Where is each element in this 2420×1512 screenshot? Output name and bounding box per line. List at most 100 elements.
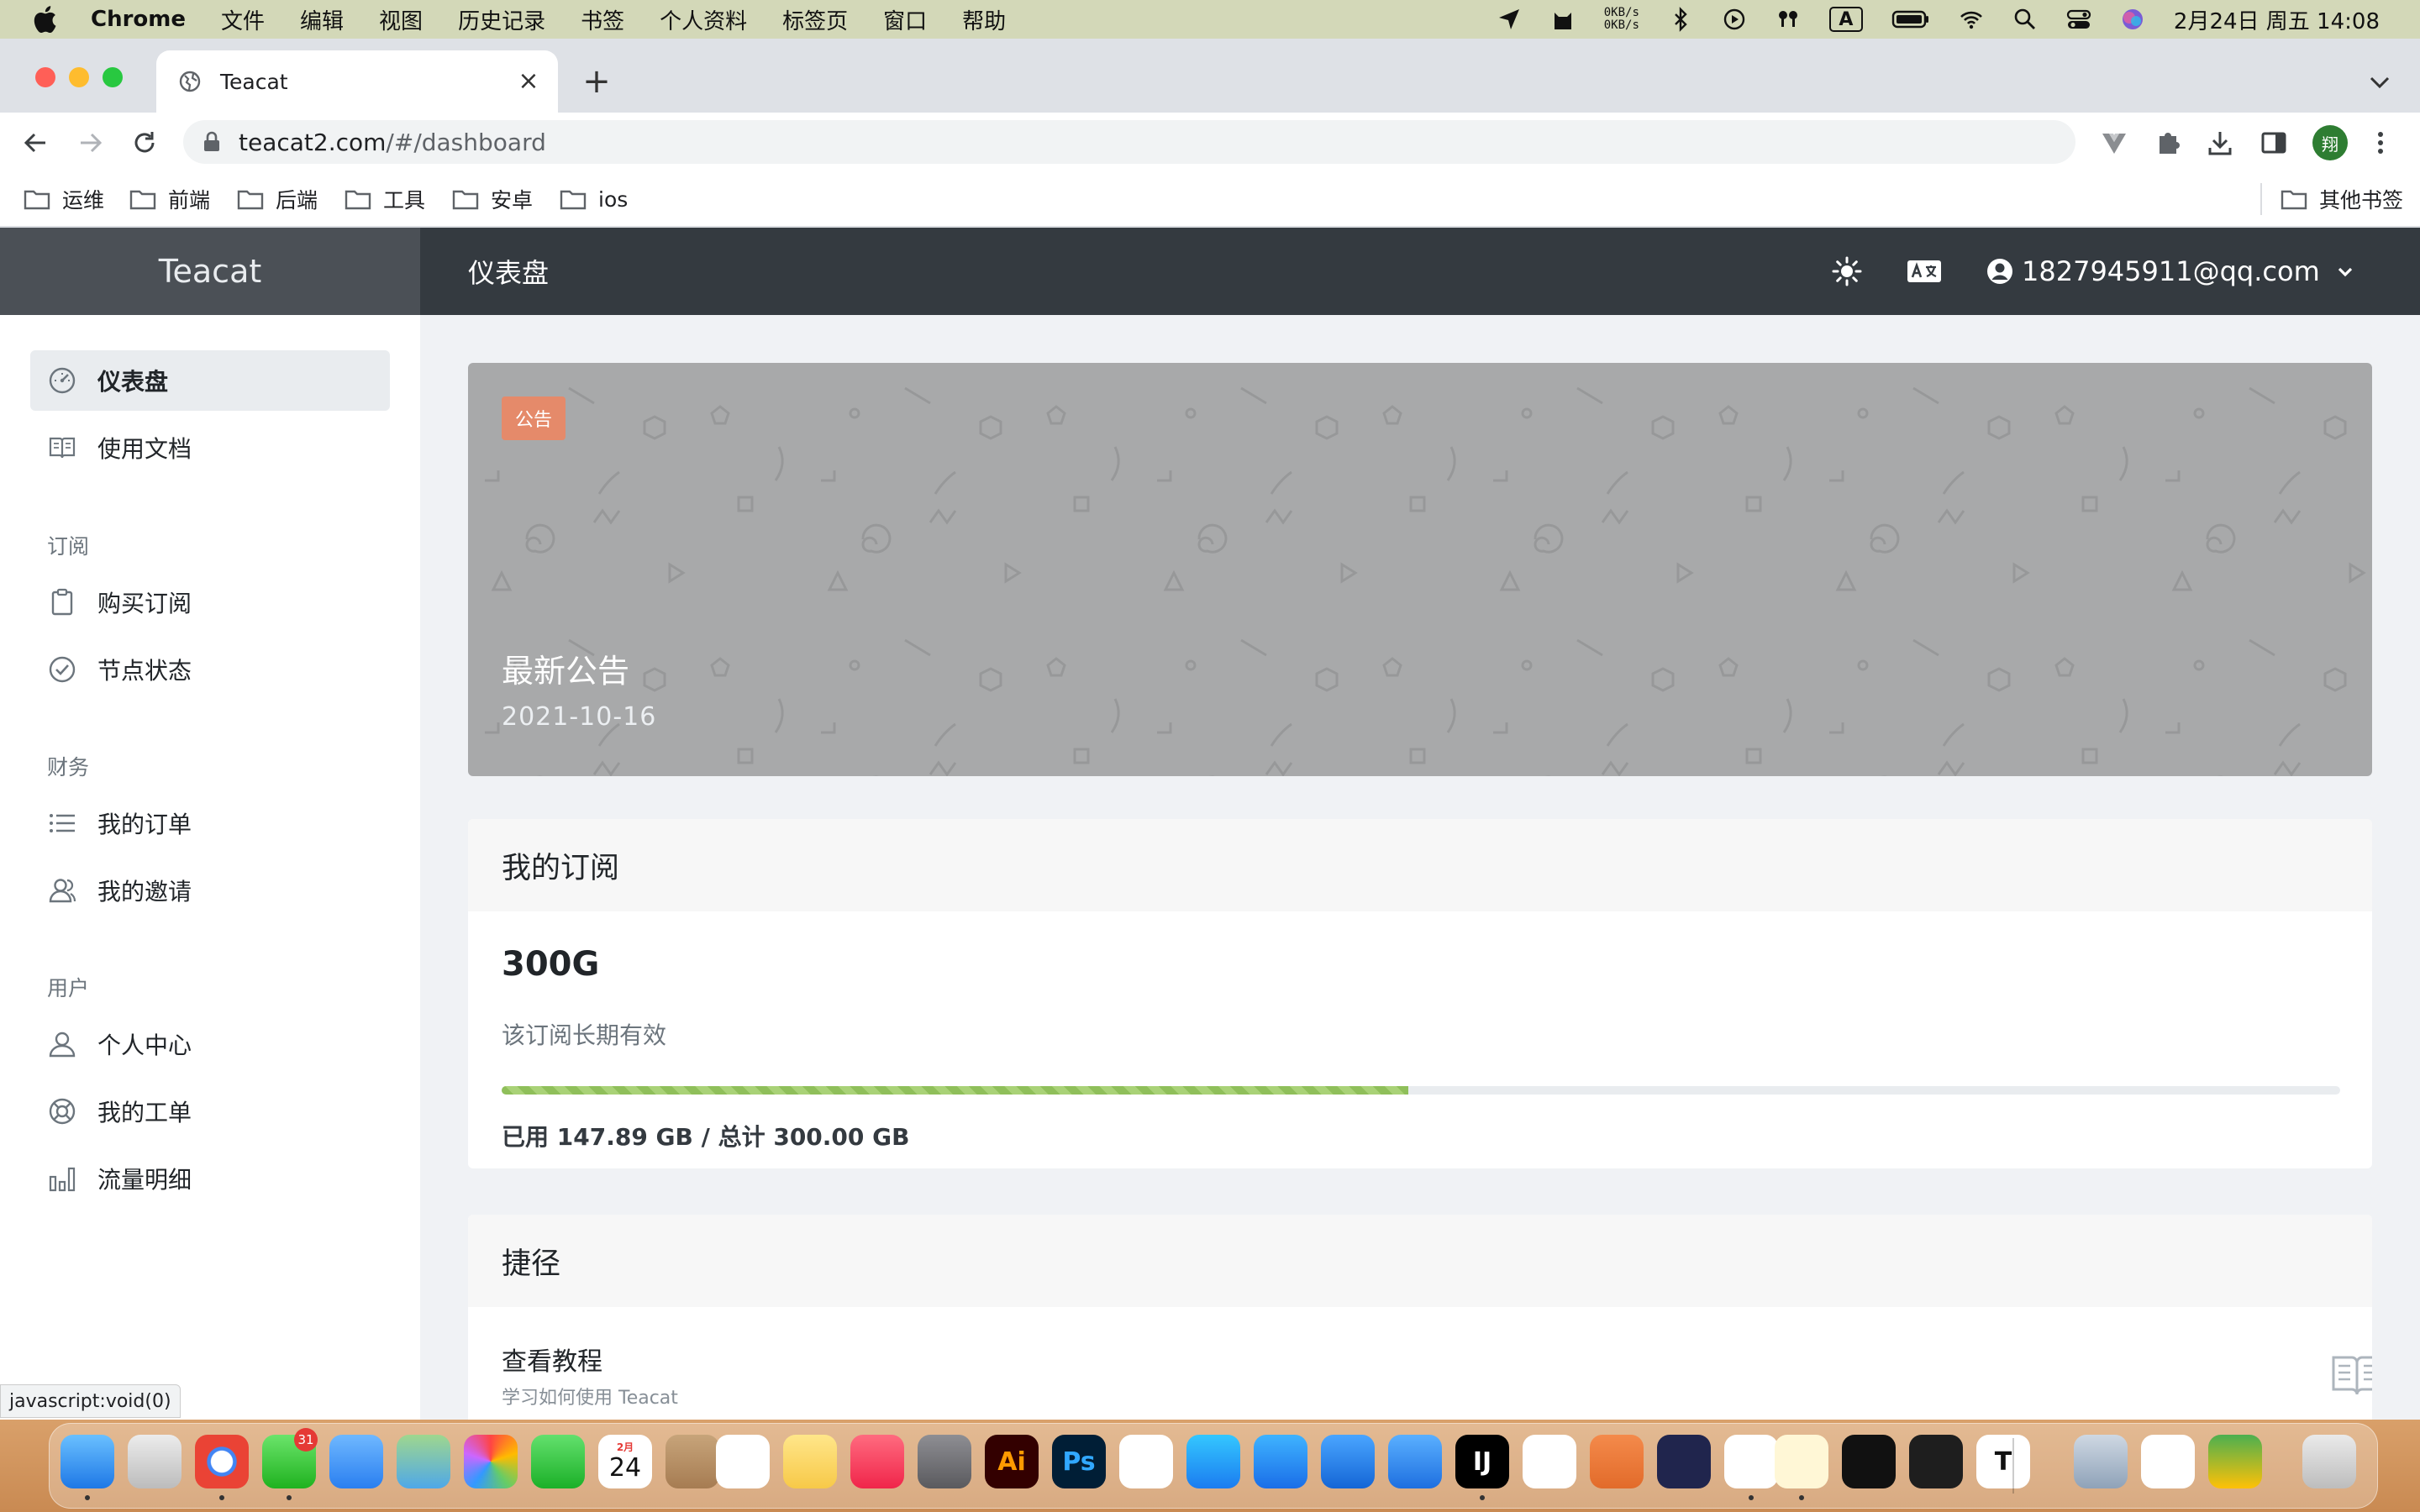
sidebar-item-tickets[interactable]: 我的工单 bbox=[30, 1081, 390, 1142]
brand-logo-text[interactable]: Teacat bbox=[0, 228, 420, 315]
music-icon[interactable] bbox=[850, 1435, 904, 1488]
side-panel-icon[interactable] bbox=[2259, 128, 2289, 158]
menu-edit[interactable]: 编辑 bbox=[300, 4, 344, 35]
photos-icon[interactable] bbox=[464, 1435, 518, 1488]
menu-view[interactable]: 视图 bbox=[379, 4, 423, 35]
ai-app-icon[interactable] bbox=[1523, 1435, 1576, 1488]
sidebar-item-buy-subscription[interactable]: 购买订阅 bbox=[30, 572, 390, 633]
bookmark-folder[interactable]: 工具 bbox=[345, 183, 425, 215]
reminders-icon[interactable] bbox=[716, 1435, 770, 1488]
qq-music-icon[interactable] bbox=[2208, 1435, 2262, 1488]
bookmark-folder[interactable]: 前端 bbox=[129, 183, 210, 215]
redis-icon[interactable] bbox=[1724, 1435, 1778, 1488]
simulator-icon[interactable] bbox=[1388, 1435, 1442, 1488]
menu-profiles[interactable]: 个人资料 bbox=[660, 4, 747, 35]
input-source-indicator[interactable]: A bbox=[1828, 7, 1863, 32]
siri-icon[interactable] bbox=[2120, 7, 2145, 32]
illustrator-icon[interactable]: Ai bbox=[985, 1435, 1039, 1488]
menubar-clock[interactable]: 2月24日 周五 14:08 bbox=[2174, 4, 2380, 35]
address-url[interactable]: teacat2.com/#/dashboard bbox=[239, 129, 546, 156]
contacts-icon[interactable] bbox=[666, 1435, 719, 1488]
sidebar-item-docs[interactable]: 使用文档 bbox=[30, 417, 390, 478]
window-minimize-button[interactable] bbox=[69, 67, 89, 87]
launchpad-icon[interactable] bbox=[128, 1435, 182, 1488]
apple-logo-icon[interactable] bbox=[32, 5, 57, 34]
sidebar-item-profile[interactable]: 个人中心 bbox=[30, 1014, 390, 1074]
user-menu-dropdown[interactable]: 1827945911@qq.com bbox=[1986, 228, 2355, 315]
sidebar-item-orders[interactable]: 我的订单 bbox=[30, 793, 390, 853]
facetime-icon[interactable] bbox=[531, 1435, 585, 1488]
bookmark-folder[interactable]: 后端 bbox=[237, 183, 318, 215]
forward-arrow-icon[interactable] bbox=[76, 128, 106, 158]
back-arrow-icon[interactable] bbox=[20, 128, 50, 158]
menu-bookmarks[interactable]: 书签 bbox=[581, 4, 624, 35]
terminal-icon[interactable] bbox=[1909, 1435, 1963, 1488]
sidebar-item-traffic-details[interactable]: 流量明细 bbox=[30, 1148, 390, 1209]
reload-icon[interactable] bbox=[129, 128, 160, 158]
bookmark-folder[interactable]: 安卓 bbox=[452, 183, 533, 215]
trash-icon[interactable] bbox=[2302, 1435, 2356, 1488]
menu-tabs[interactable]: 标签页 bbox=[782, 4, 848, 35]
menu-app-name[interactable]: Chrome bbox=[91, 7, 186, 32]
battery-icon[interactable] bbox=[1891, 7, 1930, 32]
clashx-icon[interactable] bbox=[1775, 1435, 1828, 1488]
netease-music-icon[interactable] bbox=[2141, 1435, 2195, 1488]
activity-monitor-icon[interactable] bbox=[1842, 1435, 1896, 1488]
airpods-icon[interactable] bbox=[1776, 7, 1801, 32]
profile-avatar[interactable]: 翔 bbox=[2312, 125, 2348, 160]
sidebar-section-title: 财务 bbox=[47, 755, 90, 780]
download-icon[interactable] bbox=[2205, 128, 2235, 158]
finder-icon[interactable] bbox=[60, 1435, 114, 1488]
address-bar[interactable]: teacat2.com/#/dashboard bbox=[183, 120, 2075, 164]
extensions-puzzle-icon[interactable] bbox=[2153, 128, 2183, 158]
menu-help[interactable]: 帮助 bbox=[962, 4, 1006, 35]
preview-icon[interactable] bbox=[2074, 1435, 2128, 1488]
browser-tab-active[interactable]: Teacat × bbox=[156, 50, 558, 113]
menu-history[interactable]: 历史记录 bbox=[458, 4, 545, 35]
wifi-icon[interactable] bbox=[1959, 7, 1984, 32]
lock-icon[interactable] bbox=[202, 131, 222, 153]
other-bookmarks-folder[interactable]: 其他书签 bbox=[2281, 183, 2403, 215]
announcement-banner[interactable]: 公告 最新公告 2021-10-16 bbox=[468, 363, 2372, 776]
new-tab-button[interactable]: + bbox=[578, 64, 615, 101]
bookmark-folder[interactable]: ios bbox=[560, 183, 628, 215]
calendar-icon[interactable]: 2月 24 bbox=[598, 1435, 652, 1488]
calendar-month: 2月 bbox=[616, 1441, 634, 1453]
xcode-icon[interactable] bbox=[1321, 1435, 1375, 1488]
play-circle-icon[interactable] bbox=[1722, 7, 1747, 32]
intellij-icon[interactable]: IJ bbox=[1455, 1435, 1509, 1488]
sun-theme-icon[interactable] bbox=[1832, 256, 1862, 286]
more-vertical-icon[interactable] bbox=[2368, 128, 2393, 158]
location-arrow-icon[interactable] bbox=[1497, 7, 1522, 32]
bluetooth-icon[interactable] bbox=[1668, 7, 1693, 32]
tab-search-chevron-icon[interactable] bbox=[2363, 66, 2396, 99]
window-close-button[interactable] bbox=[35, 67, 55, 87]
menu-window[interactable]: 窗口 bbox=[883, 4, 927, 35]
typora-icon[interactable]: T bbox=[1976, 1435, 2030, 1488]
mail-icon[interactable] bbox=[329, 1435, 383, 1488]
translate-icon[interactable] bbox=[1906, 255, 1943, 287]
photoshop-icon[interactable]: Ps bbox=[1052, 1435, 1106, 1488]
chatgpt-icon[interactable] bbox=[1119, 1435, 1173, 1488]
bookmark-folder[interactable]: 运维 bbox=[24, 183, 104, 215]
cloud-app-icon[interactable] bbox=[1657, 1435, 1711, 1488]
app-store-alt-icon[interactable] bbox=[1254, 1435, 1307, 1488]
sidebar-section-title: 用户 bbox=[47, 976, 90, 1000]
notes-icon[interactable] bbox=[783, 1435, 837, 1488]
tab-close-icon[interactable]: × bbox=[516, 69, 541, 94]
sidebar-item-node-status[interactable]: 节点状态 bbox=[30, 639, 390, 700]
menu-file[interactable]: 文件 bbox=[221, 4, 265, 35]
maps-icon[interactable] bbox=[397, 1435, 450, 1488]
chrome-icon[interactable] bbox=[195, 1435, 249, 1488]
app-store-icon[interactable] bbox=[1186, 1435, 1240, 1488]
window-zoom-button[interactable] bbox=[103, 67, 123, 87]
spotlight-search-icon[interactable] bbox=[2012, 7, 2038, 32]
vuejs-devtools-extension-icon[interactable] bbox=[2099, 128, 2129, 158]
control-center-icon[interactable] bbox=[2066, 7, 2091, 32]
sidebar-item-dashboard[interactable]: 仪表盘 bbox=[30, 350, 390, 411]
network-speed[interactable]: 0KB/s 0KB/s bbox=[1604, 7, 1639, 32]
pen-icon[interactable] bbox=[1590, 1435, 1644, 1488]
cat-app-icon[interactable] bbox=[1550, 7, 1576, 32]
system-preferences-icon[interactable] bbox=[918, 1435, 971, 1488]
sidebar-item-invitations[interactable]: 我的邀请 bbox=[30, 860, 390, 921]
